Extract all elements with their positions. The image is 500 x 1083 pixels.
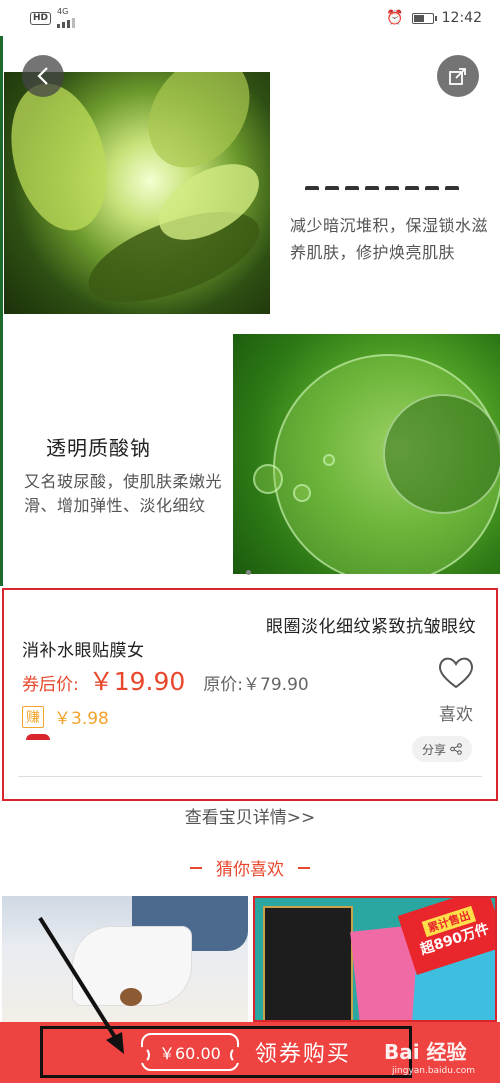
share-button[interactable]: 分享 xyxy=(411,736,472,762)
status-bar: HD 4G ⏰ 12:42 xyxy=(0,0,500,36)
carousel-dot[interactable] xyxy=(246,570,251,575)
status-left: HD 4G xyxy=(30,7,76,28)
bottom-action-bar: ￥60.00 领券购买 Bai 经验 jingyan.baidu.com xyxy=(0,1022,500,1083)
share-top-button[interactable] xyxy=(437,55,479,97)
coupon-value-pill: ￥60.00 xyxy=(136,1033,244,1071)
guess-you-like-label: 猜你喜欢 xyxy=(216,860,284,880)
share-box-icon xyxy=(449,68,466,85)
share-icon xyxy=(450,743,462,755)
chevron-left-icon xyxy=(37,67,48,85)
clock: 12:42 xyxy=(441,10,482,26)
divider xyxy=(18,776,482,777)
product-detail-images: 减少暗沉堆积，保湿锁水滋养肌肤，修护焕亮肌肤 透明质酸钠 又名玻尿酸，使肌肤柔嫩… xyxy=(0,36,500,586)
claim-label: 领券购买 xyxy=(254,1042,351,1067)
earn-amount: ￥3.98 xyxy=(54,709,109,729)
baidu-watermark: Bai 经验 xyxy=(384,1040,467,1064)
feature-title: 透明质酸钠 xyxy=(46,436,151,460)
recommendation-card-boxes[interactable]: 累计售出 超890万件 xyxy=(253,896,497,1022)
header-dash xyxy=(298,866,310,869)
coupon-price: ￥19.90 xyxy=(88,667,186,696)
carousel-dots xyxy=(246,570,251,575)
back-button[interactable] xyxy=(22,55,64,97)
cropped-heading xyxy=(305,178,495,190)
kelp-image xyxy=(4,72,270,314)
heart-icon xyxy=(438,657,474,689)
earn-badge: 赚 xyxy=(22,705,44,728)
cell-image xyxy=(233,334,500,574)
view-details-link[interactable]: 查看宝贝详情>> xyxy=(0,803,500,828)
price-label: 券后价: xyxy=(22,675,79,695)
network-type: 4G xyxy=(57,7,69,16)
product-info-panel: 眼圈淡化细纹紧致抗皱眼纹 消补水眼贴膜女 券后价: ￥19.90 原价:￥79.… xyxy=(2,588,498,801)
guess-you-like-header: 猜你喜欢 xyxy=(0,855,500,880)
product-title-line1: 眼圈淡化细纹紧致抗皱眼纹 xyxy=(266,617,476,637)
product-title-line2: 消补水眼贴膜女 xyxy=(22,641,145,661)
coupon-value: ￥60.00 xyxy=(159,1044,221,1063)
price-row: 券后价: ￥19.90 原价:￥79.90 xyxy=(22,662,309,698)
signal-icon: 4G xyxy=(57,7,76,28)
earn-row: 赚 ￥3.98 xyxy=(22,704,109,729)
battery-icon xyxy=(411,12,437,24)
red-marker xyxy=(26,734,50,740)
header-dash xyxy=(190,866,202,869)
image-edge xyxy=(0,36,3,586)
claim-coupon-button[interactable]: ￥60.00 领券购买 xyxy=(40,1026,412,1078)
recommendation-card-socks[interactable] xyxy=(2,896,248,1022)
original-price: 原价:￥79.90 xyxy=(203,675,309,695)
share-label: 分享 xyxy=(421,742,446,757)
feature-description: 又名玻尿酸，使肌肤柔嫩光滑、增加弹性、淡化细纹 xyxy=(24,472,223,515)
status-right: ⏰ 12:42 xyxy=(386,10,482,26)
ingredient-description-right: 减少暗沉堆积，保湿锁水滋养肌肤，修护焕亮肌肤 xyxy=(290,216,489,262)
alarm-icon: ⏰ xyxy=(386,10,404,26)
watermark-url: jingyan.baidu.com xyxy=(392,1066,476,1076)
like-label: 喜欢 xyxy=(439,705,473,725)
like-button[interactable]: 喜欢 xyxy=(434,656,478,725)
hd-badge: HD xyxy=(30,11,52,25)
